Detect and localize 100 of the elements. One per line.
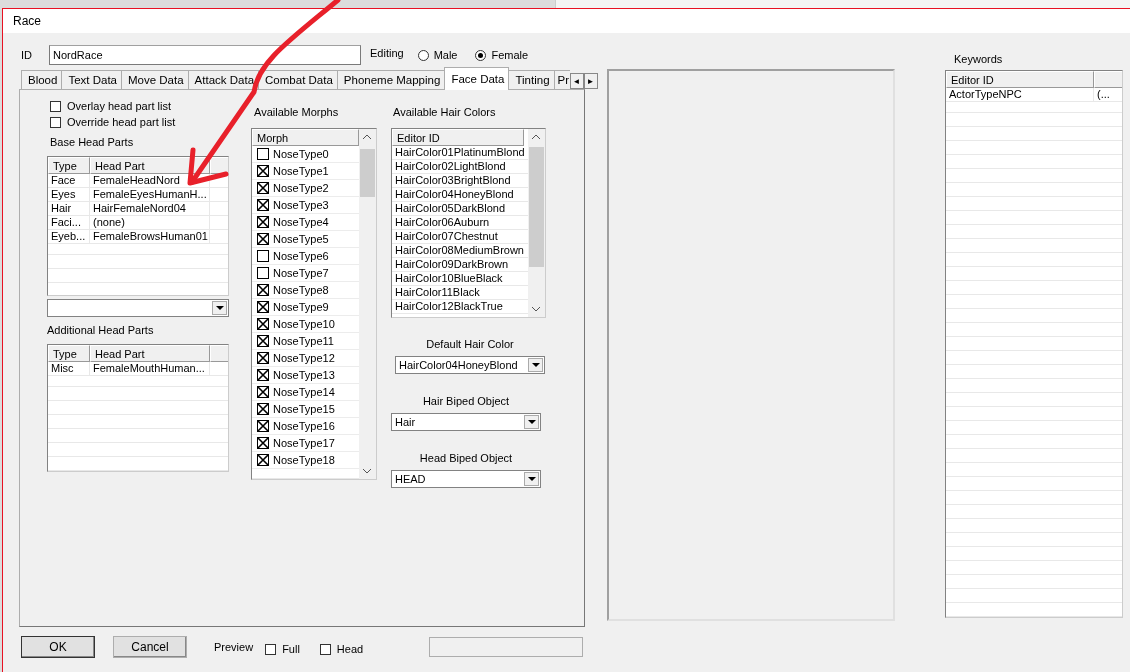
dropdown-label: Head Biped Object [418,452,514,464]
morph-label: NoseType14 [273,386,335,398]
section-label: Available Hair Colors [393,106,497,118]
morph-label: NoseType2 [273,182,329,194]
table-cell: ActorTypeNPC [946,88,1094,102]
checkbox[interactable] [50,100,61,112]
section-label: Available Morphs [254,106,340,118]
section-label: Keywords [954,53,1004,65]
morph-label: NoseType12 [273,352,335,364]
checkbox[interactable] [257,420,269,432]
morph-label: NoseType13 [273,369,335,381]
column-header[interactable] [210,157,228,174]
scroll-up-icon[interactable] [532,134,540,139]
checkbox[interactable] [257,352,269,364]
morph-label: NoseType1 [273,165,329,177]
checkbox[interactable] [257,301,269,313]
morph-label: NoseType5 [273,233,329,245]
table-cell: (... [1094,88,1122,102]
checkbox[interactable] [319,643,331,655]
radio-label: Male [433,49,458,61]
checkbox-label: Override head part list [67,116,176,128]
window-title: Race [13,14,41,28]
checkbox[interactable] [257,386,269,398]
scrollbar[interactable] [359,129,376,479]
checkbox[interactable] [257,148,269,160]
column-header[interactable]: Editor ID [946,71,1094,88]
dropdown-arrow-icon [527,420,536,424]
morph-label: NoseType8 [273,284,329,296]
morph-label: NoseType17 [273,437,335,449]
checkbox[interactable] [257,165,269,177]
checkbox-label: Head [336,643,364,655]
checkbox[interactable] [257,182,269,194]
morph-label: NoseType18 [273,454,335,466]
dropdown[interactable]: HEAD [391,470,541,488]
editing-label: Editing [370,47,404,59]
morph-label: NoseType11 [273,335,334,347]
checkbox[interactable] [257,437,269,449]
column-header[interactable]: Head Part [90,345,210,362]
table-cell: Misc [48,362,90,376]
dropdown-arrow-icon [527,477,536,481]
scroll-down-icon[interactable] [532,307,540,312]
checkbox[interactable] [50,116,61,128]
section-label: Base Head Parts [50,136,135,148]
checkbox[interactable] [257,199,269,211]
dropdown-arrow-icon [531,363,540,367]
checkbox[interactable] [265,643,277,655]
dropdown-label: Default Hair Color [425,338,515,350]
id-field[interactable]: NordRace [49,45,361,65]
cancel-button[interactable]: Cancel [113,636,187,658]
column-header[interactable]: Head Part [90,157,210,174]
head-part-dropdown[interactable] [47,299,229,317]
dropdown-arrow-icon [215,306,224,310]
checkbox[interactable] [257,216,269,228]
id-label: ID [21,49,33,61]
column-header[interactable] [210,345,228,362]
scroll-down-icon[interactable] [363,469,371,474]
scrollbar[interactable] [528,129,545,317]
tab[interactable]: Face Data [444,67,510,90]
checkbox[interactable] [257,233,269,245]
morph-label: NoseType6 [273,250,329,262]
tab[interactable]: Blood [21,70,63,89]
morph-label: NoseType0 [273,148,329,160]
column-header[interactable] [1094,71,1122,88]
column-header[interactable]: Editor ID [392,129,524,146]
morph-label: NoseType3 [273,199,329,211]
scroll-up-icon[interactable] [363,134,371,139]
checkbox[interactable] [257,284,269,296]
table-cell: FemaleBrowsHuman01 [90,230,210,244]
preview-label: Preview [214,641,254,653]
tab[interactable]: Tinting [508,70,555,89]
radio-button[interactable] [475,49,487,61]
table-cell: Eyeb... [48,230,90,244]
section-label: Additional Head Parts [47,324,155,336]
morph-label: NoseType16 [273,420,335,432]
morph-label: NoseType4 [273,216,329,228]
radio-button[interactable] [417,49,429,61]
checkbox[interactable] [257,318,269,330]
checkbox[interactable] [257,403,269,415]
checkbox[interactable] [257,369,269,381]
scrollbar-thumb[interactable] [360,149,375,197]
checkbox[interactable] [257,454,269,466]
checkbox-label: Overlay head part list [67,100,171,112]
radio-label: Female [491,49,529,61]
column-header[interactable]: Type [48,345,90,362]
morph-label: NoseType7 [273,267,329,279]
morph-label: NoseType10 [273,318,335,330]
dropdown-label: Hair Biped Object [421,395,511,407]
checkbox[interactable] [257,250,269,262]
column-header[interactable]: Morph [252,129,359,146]
dropdown[interactable]: HairColor04HoneyBlond [395,356,545,374]
scrollbar-thumb[interactable] [529,147,544,267]
ok-button[interactable]: OK [21,636,95,658]
checkbox-label: Full [282,643,300,655]
checkbox[interactable] [257,335,269,347]
tab[interactable]: Phoneme Mapping [336,70,446,89]
table-cell: FemaleMouthHuman... [90,362,210,376]
checkbox[interactable] [257,267,269,279]
column-header[interactable]: Type [48,157,90,174]
dropdown[interactable]: Hair [391,413,541,431]
morph-label: NoseType15 [273,403,335,415]
